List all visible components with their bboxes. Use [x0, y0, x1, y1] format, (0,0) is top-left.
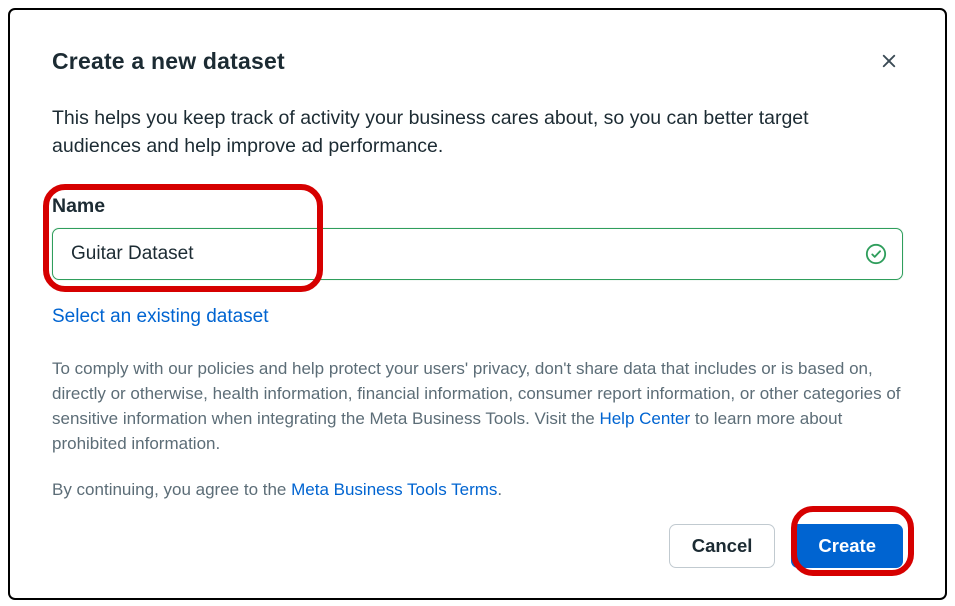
meta-terms-link[interactable]: Meta Business Tools Terms — [291, 480, 497, 499]
dataset-name-input[interactable] — [52, 228, 903, 280]
policy-text: To comply with our policies and help pro… — [52, 356, 903, 457]
input-valid-check-icon — [865, 243, 887, 265]
cancel-button[interactable]: Cancel — [669, 524, 776, 568]
modal-footer: Cancel Create — [52, 524, 903, 568]
modal-subtitle: This helps you keep track of activity yo… — [52, 104, 892, 161]
close-button[interactable] — [875, 48, 903, 76]
terms-prefix: By continuing, you agree to the — [52, 480, 291, 499]
name-field-label: Name — [52, 195, 903, 218]
select-existing-dataset-link[interactable]: Select an existing dataset — [52, 306, 269, 328]
help-center-link[interactable]: Help Center — [599, 409, 690, 428]
close-icon — [880, 52, 898, 73]
terms-text: By continuing, you agree to the Meta Bus… — [52, 480, 903, 500]
modal-title: Create a new dataset — [52, 48, 285, 75]
create-button[interactable]: Create — [791, 524, 903, 568]
create-dataset-modal: Create a new dataset This helps you keep… — [8, 8, 947, 600]
terms-suffix: . — [497, 480, 502, 499]
